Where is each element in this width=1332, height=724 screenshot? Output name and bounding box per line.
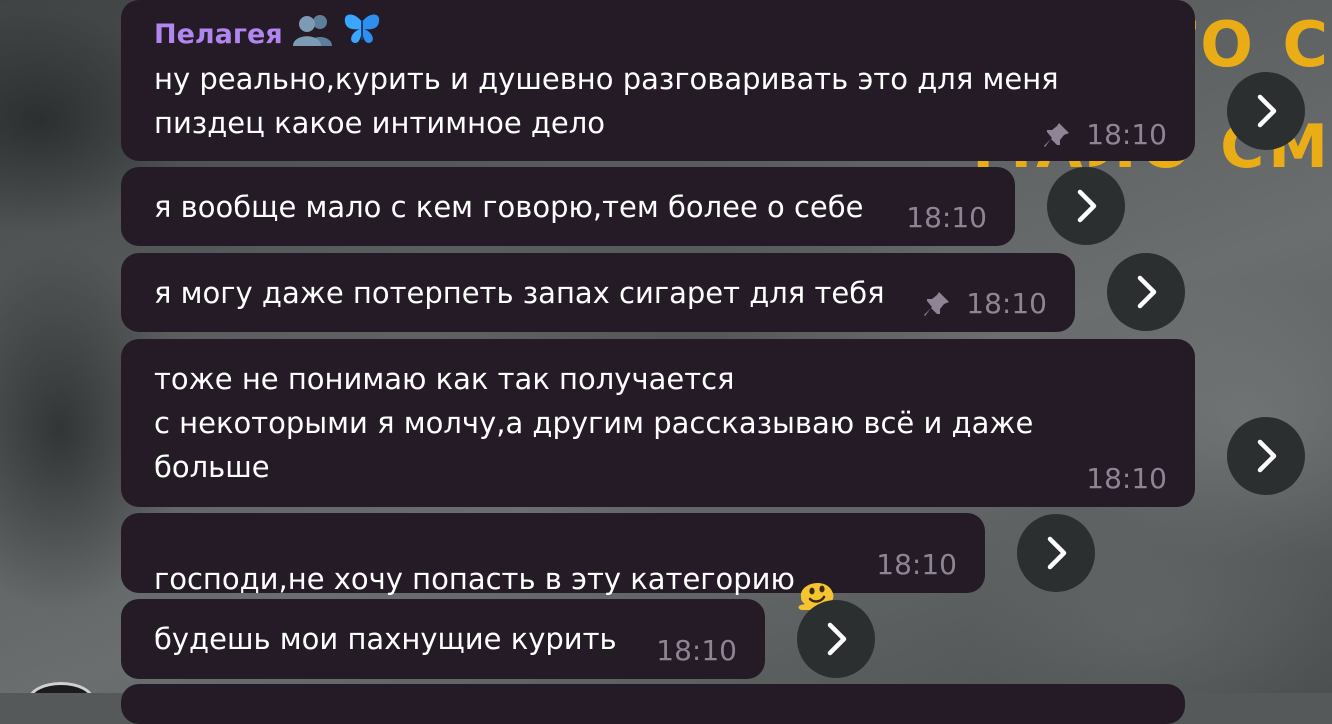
- message-text: ну реально,курить и душевно разговариват…: [154, 62, 1059, 140]
- forward-button[interactable]: [1107, 253, 1185, 331]
- forward-button[interactable]: [1227, 417, 1305, 495]
- message-bubble[interactable]: господи,не хочу попасть в эту категорию …: [121, 513, 985, 610]
- butterfly-emoji-icon: [343, 12, 381, 57]
- avatar[interactable]: [28, 682, 94, 693]
- chevron-right-icon: [827, 622, 847, 656]
- message-bubble-partial[interactable]: [121, 684, 1185, 724]
- message-bubble[interactable]: я могу даже потерпеть запах сигарет для …: [121, 253, 1075, 332]
- chevron-right-icon: [1077, 189, 1097, 223]
- people-emoji-icon: [292, 12, 333, 57]
- message-bubble[interactable]: тоже не понимаю как так получается с нек…: [121, 339, 1195, 507]
- chevron-right-icon: [1257, 439, 1277, 473]
- message-text: я могу даже потерпеть запах сигарет для …: [154, 276, 885, 310]
- message-meta: 18:10: [656, 635, 737, 667]
- message-text: тоже не понимаю как так получается с нек…: [154, 362, 1034, 484]
- sender-name[interactable]: Пелагея: [154, 12, 1162, 57]
- chevron-right-icon: [1257, 94, 1277, 128]
- message-bubble[interactable]: будешь мои пахнущие курить 18:10: [121, 599, 765, 679]
- message-text: будешь мои пахнущие курить: [154, 622, 617, 656]
- message-time: 18:10: [656, 634, 737, 667]
- message-bubble[interactable]: Пелагея ну реально,курить и душевно разг…: [121, 0, 1195, 161]
- forward-button[interactable]: [1047, 167, 1125, 245]
- message-text-content: господи,не хочу попасть в эту категорию: [154, 562, 795, 596]
- message-time: 18:10: [1086, 462, 1167, 495]
- chevron-right-icon: [1047, 536, 1067, 570]
- message-time: 18:10: [966, 287, 1047, 320]
- forward-button[interactable]: [1227, 72, 1305, 150]
- pin-icon: [922, 289, 952, 319]
- message-text: я вообще мало с кем говорю,тем более о с…: [154, 190, 864, 224]
- message-meta: 18:10: [876, 549, 957, 581]
- chevron-right-icon: [1137, 275, 1157, 309]
- message-time: 18:10: [906, 201, 987, 234]
- message-meta: 18:10: [1086, 463, 1167, 495]
- message-time: 18:10: [1086, 118, 1167, 151]
- message-bubble[interactable]: я вообще мало с кем говорю,тем более о с…: [121, 167, 1015, 246]
- message-time: 18:10: [876, 548, 957, 581]
- message-meta: 18:10: [906, 202, 987, 234]
- message-meta: 18:10: [922, 288, 1047, 320]
- pin-icon: [1042, 120, 1072, 150]
- message-meta: 18:10: [1042, 119, 1167, 151]
- forward-button[interactable]: [1017, 514, 1095, 592]
- forward-button[interactable]: [797, 600, 875, 678]
- sender-name-text: Пелагея: [154, 18, 283, 50]
